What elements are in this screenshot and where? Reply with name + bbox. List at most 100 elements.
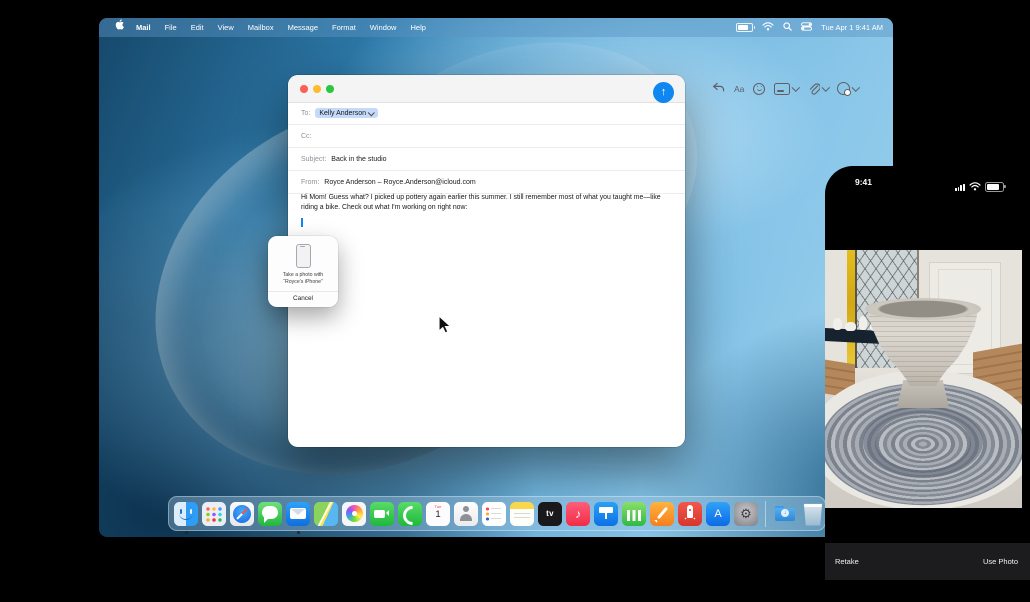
dock-trash-icon[interactable] (801, 502, 825, 526)
chevron-down-icon (792, 83, 800, 91)
menu-item-mailbox[interactable]: Mailbox (241, 18, 281, 37)
iphone-clock: 9:41 (855, 177, 872, 187)
chevron-down-icon (822, 83, 830, 91)
menu-item-view[interactable]: View (211, 18, 241, 37)
insert-from-iphone-button[interactable] (837, 82, 859, 95)
menu-item-file[interactable]: File (158, 18, 184, 37)
download-arrow-icon: ↓ (781, 509, 789, 517)
pottery-piece (833, 318, 842, 330)
dock: Tue1 tv ♪ A ⚙ ↓ (168, 496, 826, 531)
chevron-down-icon (852, 83, 860, 91)
minimize-window-button[interactable] (313, 85, 321, 93)
dock-finder-icon[interactable] (174, 502, 198, 526)
cc-label: Cc: (301, 133, 312, 140)
dock-rocket-app-icon[interactable] (678, 502, 702, 526)
pottery-piece (859, 316, 867, 330)
iphone-icon (296, 244, 311, 268)
cc-field[interactable]: Cc: (288, 125, 685, 148)
popup-message: Take a photo with “Royce’s iPhone” (268, 272, 338, 286)
wifi-icon[interactable] (762, 22, 774, 33)
from-field[interactable]: From: Royce Anderson – Royce.Anderson@ic… (288, 171, 685, 194)
apple-menu-icon[interactable] (110, 18, 129, 37)
menu-bar-clock[interactable]: Tue Apr 1 9:41 AM (821, 23, 883, 32)
to-field[interactable]: To: Kelly Anderson (288, 102, 685, 125)
from-value: Royce Anderson – Royce.Anderson@icloud.c… (324, 179, 475, 186)
dock-pages-icon[interactable] (650, 502, 674, 526)
emoji-picker-icon[interactable] (753, 83, 765, 95)
dock-downloads-folder-icon[interactable]: ↓ (773, 502, 797, 526)
cancel-button[interactable]: Cancel (268, 292, 338, 305)
menu-item-format[interactable]: Format (325, 18, 363, 37)
message-body[interactable]: Hi Mom! Guess what? I picked up pottery … (301, 193, 673, 212)
send-button[interactable]: ↑ (653, 82, 674, 103)
battery-icon[interactable] (736, 23, 753, 32)
iphone-camera-screen: 9:41 Retake Use Photo (825, 166, 1030, 602)
menu-item-edit[interactable]: Edit (184, 18, 211, 37)
menu-item-help[interactable]: Help (403, 18, 432, 37)
dock-phone-icon[interactable] (398, 502, 422, 526)
to-label: To: (301, 110, 310, 117)
pottery-photo-preview (825, 250, 1022, 508)
dock-maps-icon[interactable] (314, 502, 338, 526)
dock-system-settings-icon[interactable]: ⚙ (734, 502, 758, 526)
dock-numbers-icon[interactable] (622, 502, 646, 526)
spotlight-search-icon[interactable] (783, 22, 792, 33)
app-store-letter: A (714, 508, 721, 520)
finder-running-indicator (185, 531, 188, 534)
music-note-glyph: ♪ (575, 507, 581, 521)
dock-launchpad-icon[interactable] (202, 502, 226, 526)
dock-divider (765, 501, 766, 527)
text-cursor (301, 218, 303, 227)
dock-app-store-icon[interactable]: A (706, 502, 730, 526)
photo-browser-icon (774, 83, 790, 95)
mouse-cursor (438, 315, 451, 339)
attach-file-button[interactable] (808, 82, 829, 95)
window-titlebar[interactable]: Aa ↑ (288, 75, 685, 103)
chevron-down-icon (368, 109, 374, 115)
from-label: From: (301, 179, 319, 186)
retake-button[interactable]: Retake (835, 557, 859, 566)
menu-item-message[interactable]: Message (281, 18, 325, 37)
recipient-token[interactable]: Kelly Anderson (315, 108, 377, 118)
subject-value: Back in the studio (331, 156, 386, 163)
dock-apple-tv-icon[interactable]: tv (538, 502, 562, 526)
continuity-camera-popup: Take a photo with “Royce’s iPhone” Cance… (268, 236, 338, 307)
send-arrow-icon: ↑ (661, 86, 667, 98)
iphone-status-bar: 9:41 (825, 176, 1030, 190)
mail-compose-window: Aa ↑ To: Kelly Anderson Cc: Subject: Bac… (288, 75, 685, 447)
gear-icon: ⚙ (740, 507, 752, 520)
undo-icon[interactable] (712, 80, 725, 98)
dock-messages-icon[interactable] (258, 502, 282, 526)
photo-browser-button[interactable] (774, 83, 799, 95)
wheel-ring (863, 406, 983, 478)
dock-contacts-icon[interactable] (454, 502, 478, 526)
pot-rim (865, 298, 981, 320)
format-text-button[interactable]: Aa (734, 84, 744, 94)
dock-music-icon[interactable]: ♪ (566, 502, 590, 526)
menu-item-window[interactable]: Window (363, 18, 404, 37)
dock-safari-icon[interactable] (230, 502, 254, 526)
use-photo-button[interactable]: Use Photo (983, 557, 1018, 566)
close-window-button[interactable] (300, 85, 308, 93)
paperclip-icon (808, 82, 820, 95)
dock-reminders-icon[interactable] (482, 502, 506, 526)
menu-item-mail[interactable]: Mail (129, 18, 158, 37)
dock-mail-icon[interactable] (286, 502, 310, 526)
recipient-name: Kelly Anderson (319, 110, 366, 117)
profile-badge-icon (837, 82, 850, 95)
control-center-icon[interactable] (801, 22, 812, 33)
dock-keynote-icon[interactable] (594, 502, 618, 526)
cellular-signal-icon (955, 183, 965, 191)
subject-field[interactable]: Subject: Back in the studio (288, 148, 685, 171)
dock-calendar-icon[interactable]: Tue1 (426, 502, 450, 526)
tv-label: tv (546, 509, 554, 518)
menu-bar: Mail File Edit View Mailbox Message Form… (99, 18, 893, 37)
pottery-piece (845, 322, 856, 331)
subject-label: Subject: (301, 156, 326, 163)
calendar-day: 1 (426, 509, 450, 520)
camera-action-bar: Retake Use Photo (825, 543, 1030, 580)
dock-notes-icon[interactable] (510, 502, 534, 526)
dock-facetime-icon[interactable] (370, 502, 394, 526)
dock-photos-icon[interactable] (342, 502, 366, 526)
zoom-window-button[interactable] (326, 85, 334, 93)
